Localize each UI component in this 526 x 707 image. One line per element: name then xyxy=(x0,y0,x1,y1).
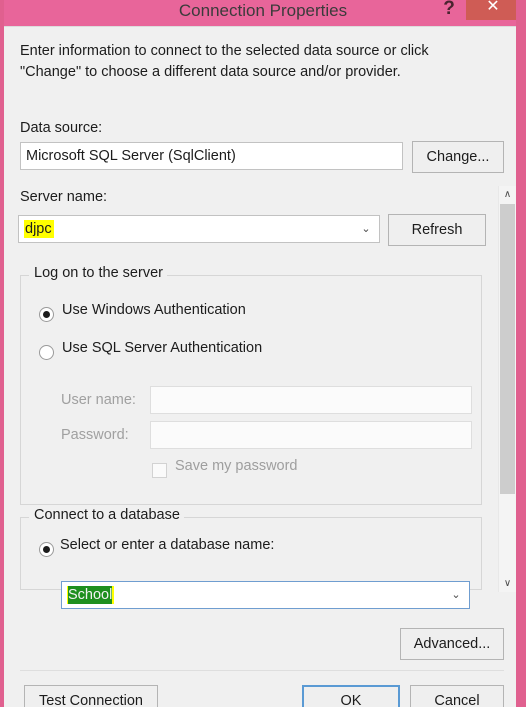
chevron-down-icon[interactable]: ⌄ xyxy=(353,216,379,242)
user-name-input[interactable] xyxy=(150,386,472,414)
db-groupbox-top-right-rule xyxy=(181,517,481,518)
password-label: Password: xyxy=(61,427,129,443)
dialog-client-area: Enter information to connect to the sele… xyxy=(4,26,516,707)
server-name-combo[interactable]: djpc ⌄ xyxy=(18,215,380,243)
scrollbar-thumb[interactable] xyxy=(500,204,515,494)
radio-select-database[interactable] xyxy=(39,542,54,557)
user-name-label: User name: xyxy=(61,392,136,408)
ok-button[interactable]: OK xyxy=(302,685,400,707)
radio-windows-auth-label[interactable]: Use Windows Authentication xyxy=(62,302,246,318)
save-password-checkbox[interactable] xyxy=(152,463,167,478)
save-password-label[interactable]: Save my password xyxy=(175,458,298,474)
scroll-up-icon[interactable]: ∧ xyxy=(499,186,516,203)
intro-text: Enter information to connect to the sele… xyxy=(20,43,429,80)
bottom-divider xyxy=(20,670,504,671)
logon-groupbox: Log on to the server Use Windows Authent… xyxy=(20,265,482,505)
vertical-scrollbar[interactable]: ∧ ∨ xyxy=(498,186,516,592)
radio-sql-auth-label[interactable]: Use SQL Server Authentication xyxy=(62,340,262,356)
change-button[interactable]: Change... xyxy=(412,141,504,173)
chevron-down-icon-database[interactable]: ⌄ xyxy=(443,582,469,608)
close-icon[interactable]: ✕ xyxy=(466,0,516,20)
scroll-down-icon[interactable]: ∨ xyxy=(499,575,516,592)
groupbox-top-left-rule xyxy=(21,275,29,276)
database-name-value: School xyxy=(67,586,115,604)
connection-properties-dialog: Connection Properties ? ✕ Enter informat… xyxy=(0,0,526,707)
data-source-label: Data source: xyxy=(20,120,103,136)
database-groupbox: Connect to a database Select or enter a … xyxy=(20,507,482,609)
database-name-combo[interactable]: School ⌄ xyxy=(61,581,470,609)
title-bar: Connection Properties ? ✕ xyxy=(4,0,516,26)
radio-windows-auth[interactable] xyxy=(39,307,54,322)
radio-select-database-label[interactable]: Select or enter a database name: xyxy=(60,537,274,553)
radio-sql-auth[interactable] xyxy=(39,345,54,360)
help-icon[interactable]: ? xyxy=(436,0,462,22)
password-input[interactable] xyxy=(150,421,472,449)
server-name-value: djpc xyxy=(24,220,54,238)
data-source-field[interactable]: Microsoft SQL Server (SqlClient) xyxy=(20,142,403,170)
database-group-title: Connect to a database xyxy=(30,507,184,523)
logon-group-title: Log on to the server xyxy=(30,265,167,281)
db-groupbox-top-left-rule xyxy=(21,517,29,518)
server-name-label: Server name: xyxy=(20,189,108,205)
test-connection-button[interactable]: Test Connection xyxy=(24,685,158,707)
advanced-button[interactable]: Advanced... xyxy=(400,628,504,660)
groupbox-top-right-rule xyxy=(161,275,481,276)
cancel-button[interactable]: Cancel xyxy=(410,685,504,707)
refresh-button[interactable]: Refresh xyxy=(388,214,486,246)
